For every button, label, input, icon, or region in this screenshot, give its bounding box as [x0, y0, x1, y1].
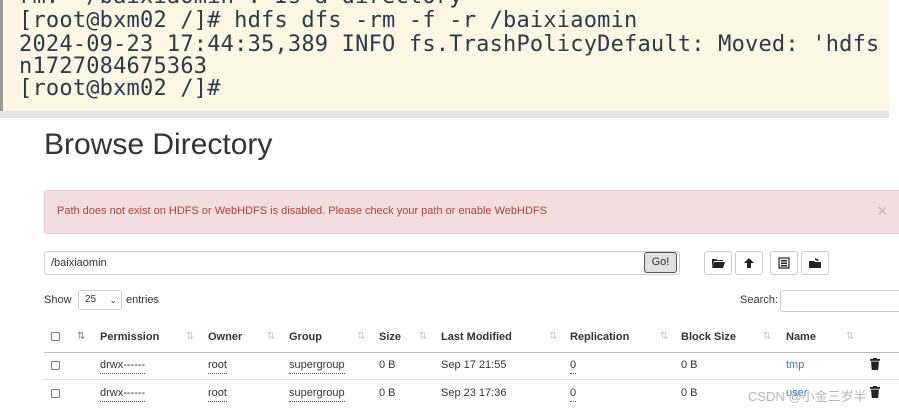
show-label: Show [44, 294, 72, 306]
close-icon[interactable]: × [877, 201, 888, 222]
col-size[interactable]: Size [379, 322, 401, 352]
create-directory-button[interactable] [704, 251, 732, 275]
entries-value: 25 [85, 294, 97, 305]
row-checkbox[interactable] [51, 389, 60, 398]
modified-cell: Sep 17 21:55 [441, 359, 507, 371]
cut-button[interactable] [770, 251, 798, 275]
replication-link[interactable]: 0 [570, 357, 577, 374]
name-link[interactable]: tmp [786, 357, 804, 373]
col-group[interactable]: Group [289, 322, 322, 352]
terminal-line: [root@bxm02 /]# [19, 76, 221, 101]
sort-icon[interactable]: ⇅ [357, 322, 365, 352]
select-all-checkbox[interactable] [51, 332, 60, 341]
watermark: CSDN @小金三岁半 [748, 389, 867, 404]
block-size-cell: 0 B [681, 359, 698, 371]
upload-button[interactable] [735, 251, 763, 275]
alert-message: Path does not exist on HDFS or WebHDFS i… [57, 205, 547, 217]
cut-paste-icon [809, 258, 821, 268]
entries-label: entries [126, 294, 160, 306]
size-cell: 0 B [379, 359, 396, 371]
row-checkbox[interactable] [51, 361, 60, 370]
block-size-cell: 0 B [681, 387, 698, 399]
trash-icon[interactable] [870, 386, 880, 398]
sort-icon[interactable]: ⇅ [763, 322, 771, 352]
permission-link[interactable]: drwx------ [100, 385, 146, 402]
header-divider [44, 352, 899, 353]
trash-icon[interactable] [870, 358, 880, 370]
entries-select[interactable]: 25 ⌄ [78, 290, 122, 310]
owner-link[interactable]: root [208, 385, 227, 402]
upload-icon [744, 258, 754, 268]
go-button[interactable]: Go! [644, 252, 677, 273]
sort-icon[interactable]: ⇅ [660, 322, 668, 352]
chevron-down-icon: ⌄ [109, 295, 117, 305]
search-input[interactable] [780, 290, 899, 312]
error-alert: Path does not exist on HDFS or WebHDFS i… [44, 190, 899, 234]
page-title: Browse Directory [44, 128, 273, 161]
sort-icon[interactable]: ⇅ [77, 322, 85, 352]
list-icon [778, 257, 790, 269]
col-name[interactable]: Name [786, 322, 816, 352]
sort-icon[interactable]: ⇅ [267, 322, 275, 352]
permission-link[interactable]: drwx------ [100, 357, 146, 374]
sort-icon[interactable]: ⇅ [186, 322, 194, 352]
col-last-modified[interactable]: Last Modified [441, 322, 512, 352]
col-replication[interactable]: Replication [570, 322, 629, 352]
col-block-size[interactable]: Block Size [681, 322, 736, 352]
replication-link[interactable]: 0 [570, 385, 577, 402]
sort-icon[interactable]: ⇅ [846, 322, 854, 352]
size-cell: 0 B [379, 387, 396, 399]
modified-cell: Sep 23 17:36 [441, 387, 507, 399]
paste-button[interactable] [801, 251, 829, 275]
path-input[interactable]: /baixiaomin [44, 251, 680, 275]
sort-icon[interactable]: ⇅ [549, 322, 557, 352]
col-owner[interactable]: Owner [208, 322, 242, 352]
owner-link[interactable]: root [208, 357, 227, 374]
terminal-output: rm: `/baixiaomin': Is a directory [root@… [0, 0, 889, 111]
folder-open-icon [712, 259, 725, 268]
group-link[interactable]: supergroup [289, 385, 345, 402]
terminal-divider [0, 111, 889, 118]
group-link[interactable]: supergroup [289, 357, 345, 374]
col-permission[interactable]: Permission [100, 322, 159, 352]
terminal-line: [root@bxm02 /]# hdfs dfs -rm -f -r /baix… [19, 8, 638, 33]
search-label: Search: [740, 294, 778, 306]
sort-icon[interactable]: ⇅ [419, 322, 427, 352]
row-divider [44, 379, 899, 380]
